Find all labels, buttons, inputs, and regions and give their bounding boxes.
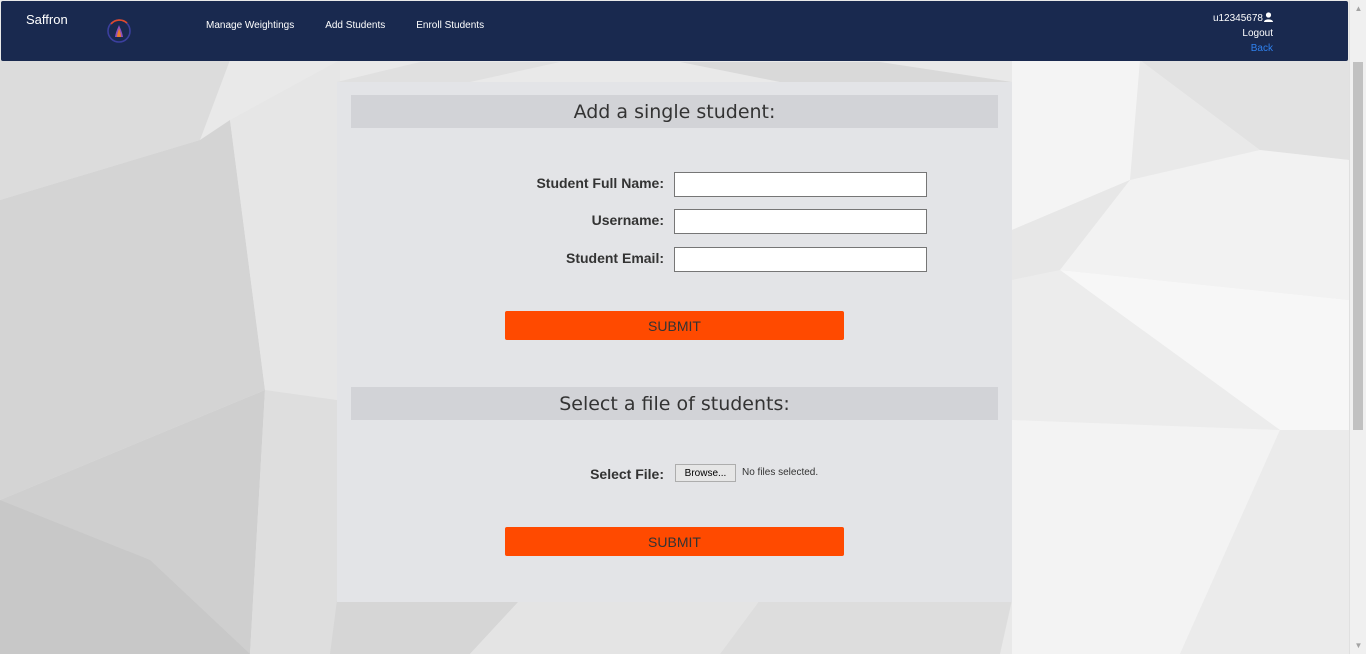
full-name-input[interactable]	[674, 172, 927, 197]
scrollbar-thumb[interactable]	[1353, 62, 1363, 430]
user-menu: u12345678 Logout Back	[1213, 11, 1273, 56]
nav-links: Manage Weightings Add Students Enroll St…	[206, 20, 515, 31]
scroll-up-icon[interactable]: ▲	[1350, 0, 1366, 17]
top-navbar: Saffron Manage Weightings Add Students E…	[1, 1, 1348, 61]
email-input[interactable]	[674, 247, 927, 272]
back-link[interactable]: Back	[1213, 41, 1273, 56]
page-scrollbar[interactable]: ▲ ▼	[1349, 0, 1366, 654]
full-name-label: Student Full Name:	[536, 175, 664, 191]
brand-name[interactable]: Saffron	[26, 12, 68, 27]
single-student-submit-button[interactable]: SUBMIT	[505, 311, 844, 340]
username-label: u12345678	[1212, 13, 1263, 24]
user-icon	[1264, 12, 1273, 22]
nav-enroll-students[interactable]: Enroll Students	[416, 20, 484, 31]
file-submit-button[interactable]: SUBMIT	[505, 527, 844, 556]
email-label: Student Email:	[565, 250, 664, 266]
username-input[interactable]	[674, 209, 927, 234]
nav-add-students[interactable]: Add Students	[325, 20, 385, 31]
saffron-logo-icon[interactable]	[105, 15, 133, 47]
select-file-label: Select File:	[590, 466, 664, 482]
file-students-heading: Select a file of students:	[351, 387, 998, 420]
file-status-text: No files selected.	[742, 467, 819, 478]
logout-link[interactable]: Logout	[1213, 26, 1273, 41]
add-students-panel: Add a single student: Student Full Name:…	[337, 82, 1012, 602]
single-student-heading: Add a single student:	[351, 95, 998, 128]
username-field-label: Username:	[591, 212, 664, 228]
nav-manage-weightings[interactable]: Manage Weightings	[206, 20, 294, 31]
scroll-down-icon[interactable]: ▼	[1350, 637, 1366, 654]
browse-file-button[interactable]: Browse...	[675, 464, 736, 482]
